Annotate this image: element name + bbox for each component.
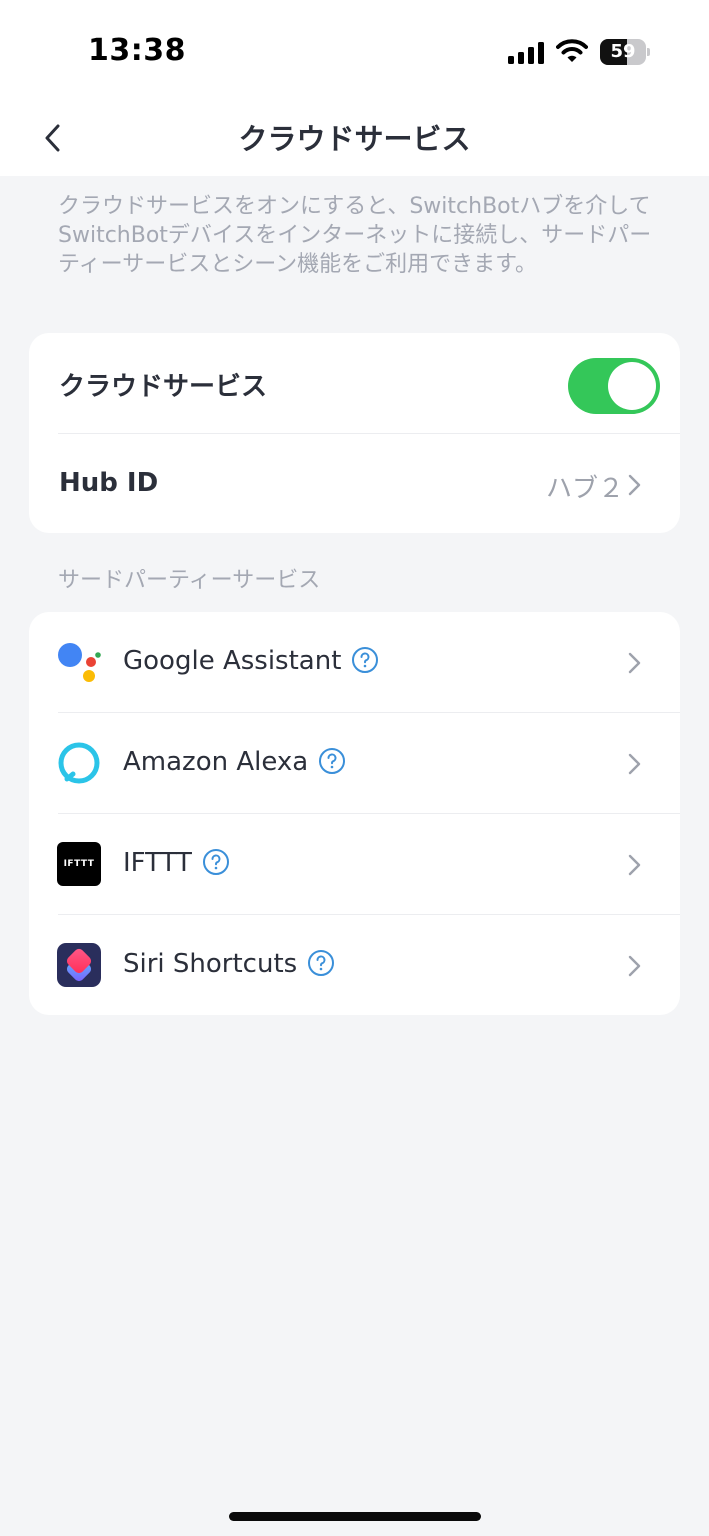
- list-item-label: Amazon Alexa: [123, 747, 346, 777]
- battery-body: 59: [600, 39, 646, 65]
- siri-shortcuts-label: Siri Shortcuts: [123, 949, 298, 979]
- home-indicator[interactable]: [229, 1512, 481, 1521]
- page-title: クラウドサービス: [238, 122, 471, 156]
- chevron-right-icon: [628, 474, 641, 496]
- cellular-signal-icon: [508, 42, 544, 64]
- list-item-ifttt[interactable]: IFTTT IFTTT: [29, 814, 680, 914]
- battery-nub: [647, 48, 650, 56]
- list-item-siri-shortcuts[interactable]: Siri Shortcuts: [29, 915, 680, 1015]
- help-icon[interactable]: [202, 848, 230, 876]
- amazon-alexa-label: Amazon Alexa: [123, 747, 309, 777]
- list-item-label: Siri Shortcuts: [123, 949, 335, 979]
- list-item-label: Google Assistant: [123, 646, 379, 676]
- google-assistant-icon: [58, 643, 101, 682]
- cloud-service-row: クラウドサービス: [29, 333, 680, 433]
- status-bar: 13:38 59: [0, 0, 709, 100]
- wifi-icon: [556, 39, 588, 62]
- google-assistant-label: Google Assistant: [123, 646, 342, 676]
- ifttt-label: IFTTT: [123, 848, 192, 878]
- navigation-bar: クラウドサービス: [0, 100, 709, 176]
- chevron-right-icon: [628, 955, 641, 977]
- help-icon[interactable]: [351, 646, 379, 674]
- battery-level-text: 59: [610, 41, 636, 62]
- ifttt-icon-text: IFTTT: [63, 859, 95, 869]
- cloud-service-card: クラウドサービス Hub ID ハブ２: [29, 333, 680, 533]
- help-icon[interactable]: [318, 747, 346, 775]
- third-party-card: Google Assistant Amazon Alexa IFTTT IFTT…: [29, 612, 680, 1015]
- cloud-service-label: クラウドサービス: [59, 372, 268, 402]
- chevron-right-icon: [628, 854, 641, 876]
- chevron-right-icon: [628, 753, 641, 775]
- list-item-label: IFTTT: [123, 848, 230, 878]
- hub-id-value: ハブ２: [545, 474, 624, 504]
- third-party-section-label: サードパーティーサービス: [58, 568, 321, 593]
- hub-id-label: Hub ID: [59, 468, 159, 498]
- cloud-service-toggle[interactable]: [568, 358, 660, 414]
- battery-indicator: 59: [600, 39, 650, 65]
- alexa-icon: [58, 742, 100, 784]
- help-icon[interactable]: [307, 949, 335, 977]
- hub-id-row[interactable]: Hub ID ハブ２: [29, 434, 680, 533]
- list-item-google-assistant[interactable]: Google Assistant: [29, 612, 680, 712]
- shortcuts-icon: [57, 943, 101, 987]
- list-item-amazon-alexa[interactable]: Amazon Alexa: [29, 713, 680, 813]
- chevron-right-icon: [628, 652, 641, 674]
- cloud-service-description: クラウドサービスをオンにすると、SwitchBotハブを介してSwitchBot…: [58, 194, 652, 277]
- toggle-knob: [608, 362, 656, 410]
- status-time: 13:38: [88, 33, 186, 68]
- ifttt-icon: IFTTT: [57, 842, 101, 886]
